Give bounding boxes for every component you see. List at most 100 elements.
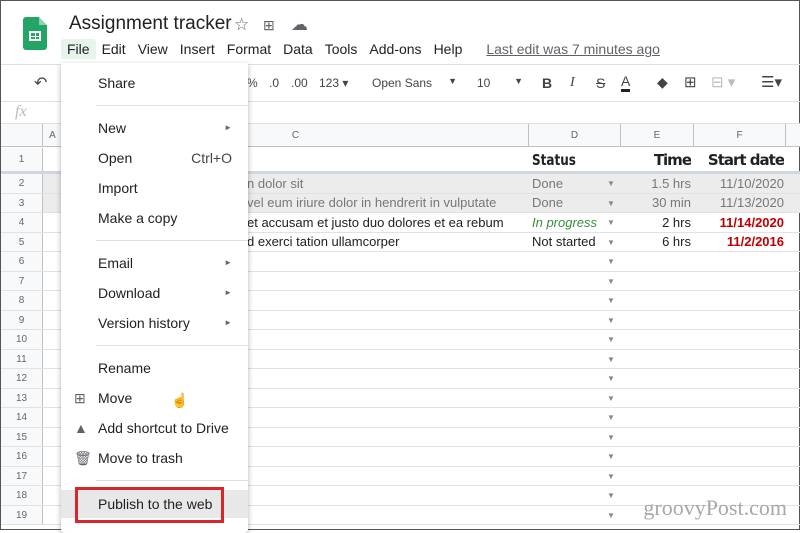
cell-time[interactable]: 1.5 hrs <box>621 174 691 193</box>
dropdown-arrow-icon[interactable]: ▼ <box>607 296 615 305</box>
borders-icon[interactable]: ⊞ <box>684 73 697 91</box>
column-header-g[interactable] <box>786 124 800 147</box>
column-header-a[interactable]: A <box>43 124 63 147</box>
menu-item-move-to-trash[interactable]: 🗑 Move to trash <box>61 444 248 472</box>
menu-insert[interactable]: Insert <box>174 39 221 59</box>
menu-item-new[interactable]: New ► <box>61 114 248 142</box>
watermark: groovyPost.com <box>643 495 787 520</box>
cell-status[interactable]: Done <box>532 174 563 193</box>
dropdown-arrow-icon[interactable]: ▼ <box>607 491 615 500</box>
align-icon[interactable]: ☰▾ <box>761 73 782 91</box>
menu-item-move[interactable]: ⊞ Move ☝ <box>61 384 248 412</box>
merge-cells-icon[interactable]: ⊟ ▾ <box>711 73 735 91</box>
dropdown-arrow-icon[interactable]: ▼ <box>607 452 615 461</box>
download-label: Download <box>98 285 161 301</box>
fill-color-icon[interactable]: ◆ <box>657 74 668 91</box>
cell-status[interactable]: Not started <box>532 233 596 252</box>
cell-start-date[interactable]: 11/10/2020 <box>694 174 784 193</box>
menu-item-import[interactable]: Import <box>61 174 248 202</box>
submenu-arrow-icon: ► <box>224 288 232 297</box>
menu-file[interactable]: File <box>61 39 96 59</box>
dropdown-arrow-icon[interactable]: ▼ <box>607 316 615 325</box>
row-number: 6 <box>1 252 43 271</box>
dropdown-arrow-icon[interactable]: ▼ <box>607 179 615 188</box>
italic-button[interactable]: I <box>570 75 575 91</box>
font-size-select[interactable]: 10 ▼ <box>477 76 523 90</box>
move-label: Move <box>98 390 133 406</box>
cell-description[interactable]: et accusam et justo duo dolores et ea re… <box>247 213 529 232</box>
row-number: 19 <box>1 505 43 524</box>
menu-edit[interactable]: Edit <box>96 39 132 59</box>
cell-time[interactable]: 2 hrs <box>621 213 691 232</box>
header-start-date[interactable]: Start date <box>694 148 784 171</box>
cell-status[interactable]: Done <box>532 194 563 213</box>
column-header-d[interactable]: D <box>529 124 621 147</box>
column-header-f[interactable]: F <box>694 124 786 147</box>
cell-start-date[interactable]: 11/14/2020 <box>694 213 784 232</box>
last-edit-link[interactable]: Last edit was 7 minutes ago <box>480 39 666 59</box>
dropdown-arrow-icon[interactable]: ▼ <box>607 433 615 442</box>
font-select[interactable]: Open Sans ▼ <box>372 76 457 90</box>
decrease-decimal-button[interactable]: .0 <box>269 76 279 90</box>
document-title[interactable]: Assignment tracker <box>69 13 232 35</box>
menu-view[interactable]: View <box>132 39 174 59</box>
trash-label: Move to trash <box>98 450 183 466</box>
dropdown-arrow-icon[interactable]: ▼ <box>607 257 615 266</box>
menu-item-share[interactable]: Share <box>61 69 248 97</box>
dropdown-arrow-icon[interactable]: ▼ <box>607 277 615 286</box>
menu-item-download[interactable]: Download ► <box>61 279 248 307</box>
cell-start-date[interactable]: 11/13/2020 <box>694 194 784 213</box>
menu-item-open[interactable]: Open Ctrl+O <box>61 144 248 172</box>
menu-addons[interactable]: Add-ons <box>363 39 427 59</box>
header-status[interactable]: Status <box>532 148 576 171</box>
undo-icon[interactable]: ↶ <box>34 73 47 93</box>
column-header-e[interactable]: E <box>621 124 694 147</box>
cell-description[interactable]: n dolor sit <box>247 174 529 193</box>
dropdown-arrow-icon[interactable]: ▼ <box>607 218 615 227</box>
cell-time[interactable]: 6 hrs <box>621 233 691 252</box>
percent-button[interactable]: % <box>247 76 258 90</box>
cell-start-date[interactable]: 11/2/2016 <box>694 233 784 252</box>
dropdown-arrow-icon[interactable]: ▼ <box>607 335 615 344</box>
dropdown-arrow-icon[interactable]: ▼ <box>607 238 615 247</box>
menu-format[interactable]: Format <box>221 39 277 59</box>
menu-item-email[interactable]: Email ► <box>61 249 248 277</box>
dropdown-arrow-icon[interactable]: ▼ <box>607 511 615 520</box>
dropdown-arrow-icon[interactable]: ▼ <box>607 355 615 364</box>
menu-item-rename[interactable]: Rename <box>61 354 248 382</box>
number-format-label: 123 <box>319 76 340 90</box>
copy-label: Make a copy <box>98 210 178 226</box>
submenu-arrow-icon: ► <box>224 318 232 327</box>
rename-label: Rename <box>98 360 151 376</box>
menu-tools[interactable]: Tools <box>319 39 364 59</box>
dropdown-arrow-icon[interactable]: ▼ <box>607 199 615 208</box>
cell-description[interactable]: vel eum iriure dolor in hendrerit in vul… <box>247 194 529 213</box>
cell-description[interactable]: d exerci tation ullamcorper <box>247 233 529 252</box>
number-format-button[interactable]: 123 ▾ <box>319 76 348 90</box>
dropdown-arrow-icon[interactable]: ▼ <box>607 472 615 481</box>
mouse-cursor-icon: ☝ <box>171 392 189 408</box>
bold-button[interactable]: B <box>542 75 552 91</box>
menu-item-add-shortcut[interactable]: ▲ Add shortcut to Drive <box>61 414 248 442</box>
menu-item-make-a-copy[interactable]: Make a copy <box>61 204 248 232</box>
increase-decimal-button[interactable]: .00 <box>291 76 308 90</box>
star-icon[interactable]: ☆ <box>234 15 249 35</box>
dropdown-arrow-icon[interactable]: ▼ <box>607 394 615 403</box>
dropdown-arrow-icon[interactable]: ▼ <box>607 374 615 383</box>
select-all-corner[interactable] <box>1 124 43 147</box>
menu-item-version-history[interactable]: Version history ► <box>61 309 248 337</box>
email-label: Email <box>98 255 134 271</box>
sheets-logo[interactable] <box>23 17 47 50</box>
row-number: 10 <box>1 330 43 349</box>
menu-data[interactable]: Data <box>277 39 319 59</box>
dropdown-arrow-icon[interactable]: ▼ <box>607 413 615 422</box>
menu-help[interactable]: Help <box>428 39 469 59</box>
row-number: 16 <box>1 447 43 466</box>
strikethrough-button[interactable]: S <box>596 75 605 91</box>
text-color-button[interactable]: A <box>621 73 631 92</box>
move-folder-icon[interactable]: ⊞ <box>263 17 275 34</box>
row-number: 2 <box>1 174 43 193</box>
cell-time[interactable]: 30 min <box>621 194 691 213</box>
cell-status[interactable]: In progress <box>532 213 597 232</box>
header-time[interactable]: Time <box>621 148 691 171</box>
